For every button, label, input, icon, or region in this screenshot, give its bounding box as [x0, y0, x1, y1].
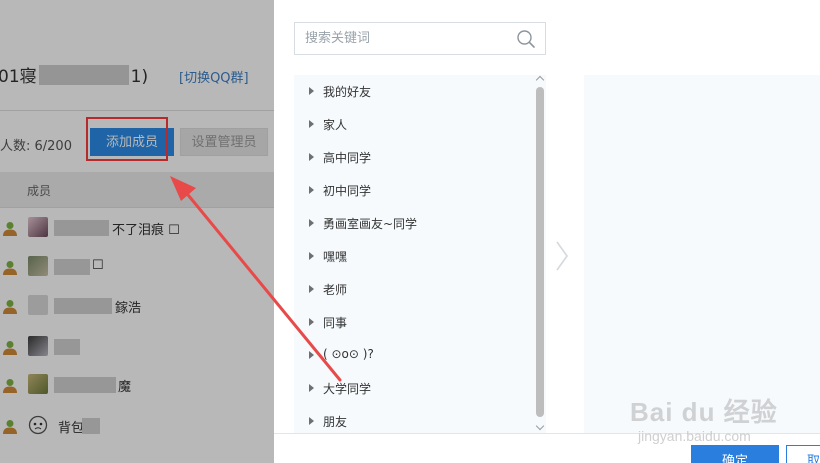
scroll-down-icon[interactable] — [535, 421, 545, 431]
member-name: ☐ — [92, 258, 104, 273]
divider — [0, 110, 274, 111]
chevron-right-icon[interactable] — [554, 240, 570, 272]
group-item-family[interactable]: 家人 — [294, 108, 534, 141]
expand-arrow-icon[interactable] — [309, 417, 314, 425]
person-icon — [3, 300, 17, 314]
add-member-button[interactable]: 添加成员 — [90, 128, 174, 156]
cancel-button[interactable]: 取 — [786, 445, 820, 463]
avatar — [28, 217, 48, 237]
expand-arrow-icon[interactable] — [309, 186, 314, 194]
scroll-thumb[interactable] — [536, 87, 544, 417]
expand-arrow-icon[interactable] — [309, 120, 314, 128]
group-title-suffix: 1) — [130, 67, 149, 87]
expand-arrow-icon[interactable] — [309, 252, 314, 260]
group-label: ( ⊙o⊙ )? — [323, 347, 374, 361]
member-name: 不了泪痕 ☐ — [112, 223, 180, 238]
blurred-name — [38, 65, 129, 85]
set-admin-button[interactable]: 设置管理员 — [180, 128, 268, 156]
scrollbar[interactable] — [534, 75, 546, 433]
blurred-name — [54, 220, 109, 236]
selected-members-panel — [584, 75, 820, 433]
blurred-name — [54, 377, 116, 393]
expand-arrow-icon[interactable] — [309, 153, 314, 161]
confirm-button[interactable]: 确定 — [691, 445, 779, 463]
search-icon[interactable] — [516, 29, 536, 49]
add-member-dialog: 我的好友 家人 高中同学 初中同学 勇画室画友~同学 嘿嘿 老师 同事 ( ⊙o… — [274, 0, 820, 463]
group-item-middle-school[interactable]: 初中同学 — [294, 174, 534, 207]
expand-arrow-icon[interactable] — [309, 219, 314, 227]
member-row[interactable]: 不了泪痕 ☐ — [0, 214, 274, 244]
person-icon — [3, 420, 17, 434]
avatar — [28, 256, 48, 276]
group-item-high-school[interactable]: 高中同学 — [294, 141, 534, 174]
group-item-heihei[interactable]: 嘿嘿 — [294, 240, 534, 273]
person-icon — [3, 341, 17, 355]
group-label: 勇画室画友~同学 — [323, 217, 418, 231]
group-item-friends[interactable]: 朋友 — [294, 405, 534, 433]
expand-arrow-icon[interactable] — [309, 384, 314, 392]
avatar — [28, 374, 48, 394]
group-title: 01寝 1) — [0, 62, 148, 87]
member-row[interactable]: ☐ — [0, 253, 274, 283]
member-row[interactable]: 背包 — [0, 412, 274, 442]
group-label: 家人 — [323, 118, 348, 132]
group-label: 同事 — [323, 316, 348, 330]
member-row[interactable] — [0, 333, 274, 363]
group-label: 嘿嘿 — [323, 250, 348, 264]
search-input[interactable] — [295, 23, 510, 54]
group-item-surprised[interactable]: ( ⊙o⊙ )? — [294, 339, 534, 372]
member-name: 背包 — [58, 421, 85, 436]
blurred-name — [54, 259, 90, 275]
group-info-page: 01寝 1) [切换QQ群] 人数: 6/200 添加成员 设置管理员 成员 不了… — [0, 0, 274, 463]
search-box — [294, 22, 546, 55]
member-count: 人数: 6/200 — [0, 139, 72, 154]
member-name: 鎵浩 — [115, 301, 142, 316]
blurred-name — [54, 339, 80, 355]
person-icon — [3, 261, 17, 275]
group-item-studio-friends[interactable]: 勇画室画友~同学 — [294, 207, 534, 240]
group-item-colleagues[interactable]: 同事 — [294, 306, 534, 339]
avatar — [28, 295, 48, 315]
person-icon — [3, 222, 17, 236]
blurred-name — [54, 298, 112, 314]
group-label: 高中同学 — [323, 151, 372, 165]
group-label: 老师 — [323, 283, 348, 297]
member-row[interactable]: 魔 — [0, 371, 274, 401]
expand-arrow-icon[interactable] — [309, 318, 314, 326]
member-name: 魔 — [118, 380, 132, 395]
expand-arrow-icon[interactable] — [309, 351, 314, 359]
group-item-teachers[interactable]: 老师 — [294, 273, 534, 306]
group-label: 大学同学 — [323, 382, 372, 396]
ghost-avatar-icon — [28, 415, 48, 435]
scroll-up-icon[interactable] — [535, 75, 545, 85]
switch-qq-group-link[interactable]: [切换QQ群] — [179, 67, 249, 86]
expand-arrow-icon[interactable] — [309, 87, 314, 95]
group-label: 我的好友 — [323, 85, 372, 99]
footer-divider — [274, 433, 820, 434]
group-label: 初中同学 — [323, 184, 372, 198]
members-header-label: 成员 — [27, 184, 52, 198]
group-item-college[interactable]: 大学同学 — [294, 372, 534, 405]
group-item-my-friends[interactable]: 我的好友 — [294, 75, 534, 108]
blurred-name — [82, 418, 100, 434]
member-row[interactable]: 鎵浩 — [0, 292, 274, 322]
members-header: 成员 — [0, 172, 274, 208]
friend-group-list: 我的好友 家人 高中同学 初中同学 勇画室画友~同学 嘿嘿 老师 同事 ( ⊙o… — [294, 75, 546, 433]
avatar — [28, 336, 48, 356]
group-title-prefix: 01寝 — [0, 67, 37, 87]
expand-arrow-icon[interactable] — [309, 285, 314, 293]
group-label: 朋友 — [323, 415, 348, 429]
person-icon — [3, 379, 17, 393]
